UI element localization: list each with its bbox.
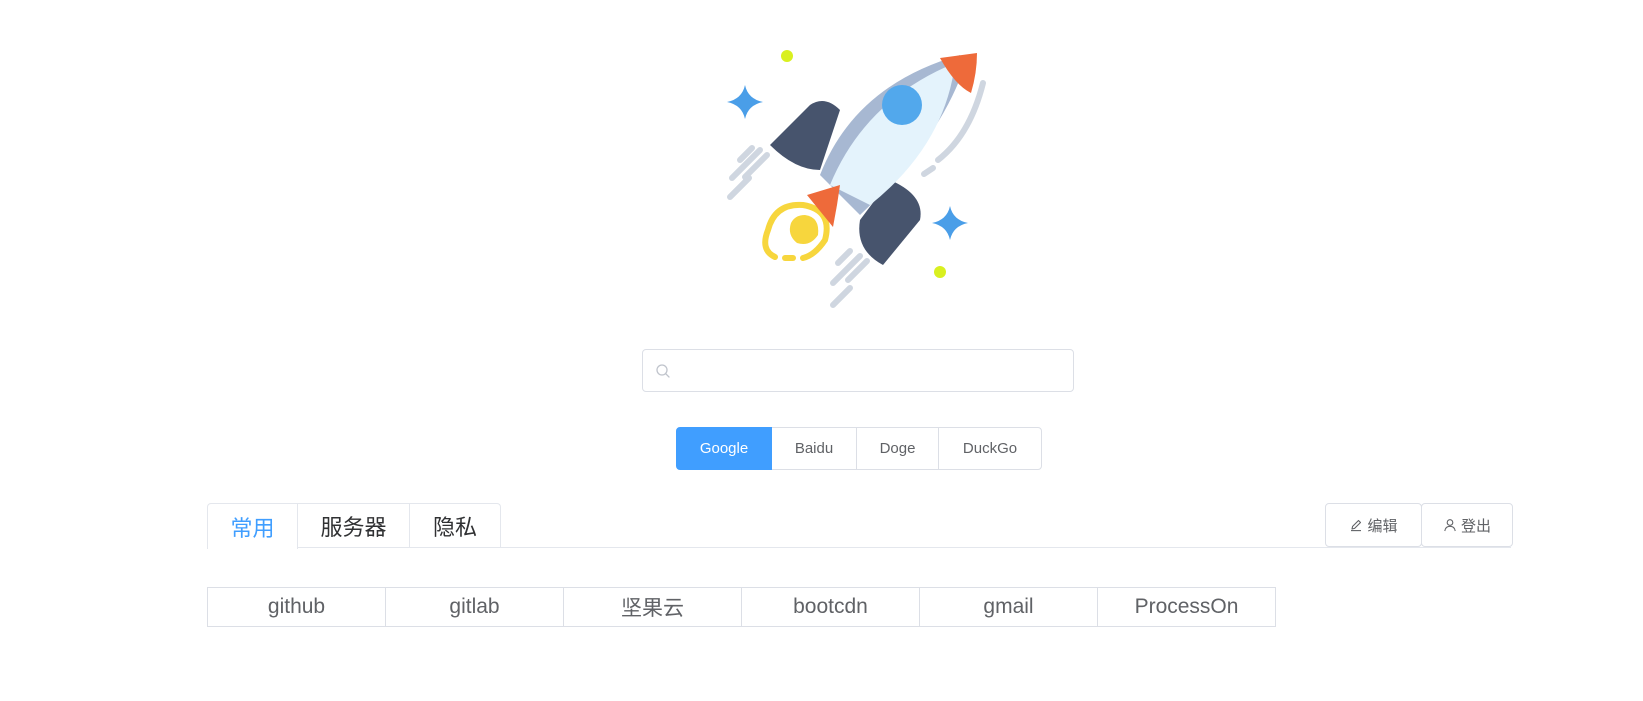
- engine-baidu-button[interactable]: Baidu: [771, 427, 857, 470]
- engine-doge-button[interactable]: Doge: [856, 427, 939, 470]
- link-processon[interactable]: ProcessOn: [1097, 587, 1276, 627]
- search-input[interactable]: [681, 350, 1065, 393]
- tab-privacy[interactable]: 隐私: [409, 503, 501, 548]
- logout-button[interactable]: 登出: [1421, 503, 1513, 547]
- search-engine-group: Google Baidu Doge DuckGo: [676, 427, 1042, 470]
- engine-duckgo-button[interactable]: DuckGo: [938, 427, 1042, 470]
- rocket-logo: [727, 50, 986, 308]
- link-gitlab[interactable]: gitlab: [385, 587, 564, 627]
- link-bootcdn[interactable]: bootcdn: [741, 587, 920, 627]
- engine-google-button[interactable]: Google: [676, 427, 772, 470]
- link-github[interactable]: github: [207, 587, 386, 627]
- tabs-divider: [207, 547, 1511, 548]
- edit-button[interactable]: 编辑: [1325, 503, 1422, 547]
- category-tabs: 常用 服务器 隐私: [207, 503, 501, 549]
- tab-common[interactable]: 常用: [207, 503, 298, 549]
- quick-links: github gitlab 坚果云 bootcdn gmail ProcessO…: [207, 587, 1276, 627]
- search-box[interactable]: [642, 349, 1074, 393]
- link-gmail[interactable]: gmail: [919, 587, 1098, 627]
- user-icon: [1444, 519, 1456, 532]
- edit-icon: [1351, 519, 1362, 532]
- search-icon: [656, 364, 670, 378]
- tab-servers[interactable]: 服务器: [297, 503, 410, 548]
- link-jianguoyun[interactable]: 坚果云: [563, 587, 742, 627]
- edit-label: 编辑: [1367, 517, 1398, 535]
- logout-label: 登出: [1460, 517, 1491, 535]
